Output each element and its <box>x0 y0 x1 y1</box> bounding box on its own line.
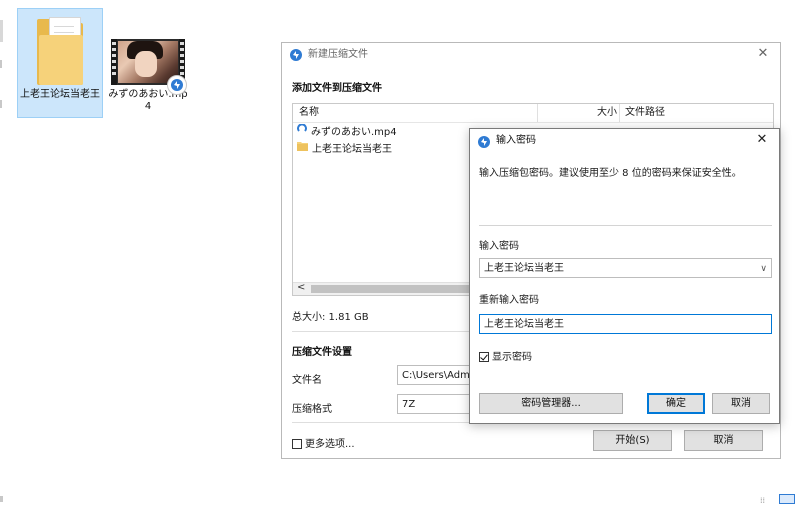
show-password-checkbox[interactable] <box>479 352 489 362</box>
password-manager-button[interactable]: 密码管理器... <box>479 393 623 414</box>
password-value: 上老王论坛当老王 <box>484 263 564 274</box>
title-bar: 输入密码 ✕ <box>470 129 779 153</box>
filename-label: 文件名 <box>292 375 322 386</box>
folder-icon <box>33 15 87 89</box>
desktop-edge-mark <box>0 496 3 502</box>
scroll-thumb[interactable] <box>311 285 471 293</box>
video-file-icon <box>297 123 307 140</box>
desktop-video-file[interactable]: みずのあおい.mp4 <box>105 8 191 118</box>
reenter-password-label: 重新输入密码 <box>479 295 539 306</box>
show-password[interactable]: 显示密码 <box>479 348 532 363</box>
video-thumbnail <box>111 39 187 95</box>
desktop-edge <box>0 20 3 42</box>
column-name[interactable]: 名称 <box>299 104 319 122</box>
cancel-button[interactable]: 取消 <box>712 393 770 414</box>
password-input[interactable]: 上老王论坛当老王 ∨ <box>479 258 772 278</box>
show-password-label: 显示密码 <box>492 352 532 363</box>
title-bar: 新建压缩文件 ✕ <box>282 43 780 67</box>
list-header: 名称 大小 文件路径 <box>293 104 773 123</box>
cancel-button[interactable]: 取消 <box>684 430 763 451</box>
desktop-folder-label: 上老王论坛当老王 <box>20 89 100 100</box>
desktop-edge-mark <box>0 100 2 108</box>
scroll-left-icon[interactable]: < <box>297 282 305 293</box>
more-options[interactable]: 更多选项... <box>292 435 355 450</box>
file-name: みずのあおい.mp4 <box>311 127 397 138</box>
chevron-down-icon[interactable]: ∨ <box>760 259 767 277</box>
desktop-folder[interactable]: 上老王论坛当老王 <box>17 8 103 118</box>
close-icon[interactable]: ✕ <box>753 131 771 149</box>
enter-password-label: 输入密码 <box>479 241 519 252</box>
view-toggle-icon[interactable]: ⁞⁞ <box>760 496 774 505</box>
more-options-label: 更多选项... <box>305 439 355 450</box>
password-dialog: 输入密码 ✕ 输入压缩包密码。建议使用至少 8 位的密码来保证安全性。 输入密码… <box>469 128 780 424</box>
dialog-title: 新建压缩文件 <box>308 49 368 60</box>
more-options-checkbox[interactable] <box>292 439 302 449</box>
column-size[interactable]: 大小 <box>597 104 617 122</box>
dialog-title: 输入密码 <box>496 135 536 146</box>
filename-input[interactable]: C:\Users\Admi <box>397 365 477 385</box>
list-item[interactable]: 上老王论坛当老王 <box>297 141 392 157</box>
format-label: 压缩格式 <box>292 404 332 415</box>
password-description: 输入压缩包密码。建议使用至少 8 位的密码来保证安全性。 <box>479 168 742 179</box>
view-toggle-icon[interactable] <box>779 494 795 504</box>
reenter-password-input[interactable]: 上老王论坛当老王 <box>479 314 772 334</box>
list-item[interactable]: みずのあおい.mp4 <box>297 123 397 140</box>
total-size: 总大小: 1.81 GB <box>292 312 369 323</box>
app-icon <box>290 49 302 61</box>
column-path[interactable]: 文件路径 <box>625 104 665 122</box>
start-button[interactable]: 开始(S) <box>593 430 672 451</box>
close-icon[interactable]: ✕ <box>754 45 772 63</box>
ok-button[interactable]: 确定 <box>647 393 705 414</box>
app-icon <box>478 136 490 148</box>
app-badge-icon <box>167 75 187 95</box>
section-settings: 压缩文件设置 <box>292 347 352 358</box>
section-add-files: 添加文件到压缩文件 <box>292 83 382 94</box>
desktop-edge-mark <box>0 60 2 68</box>
folder-icon <box>297 141 308 157</box>
format-select[interactable]: 7Z <box>397 394 477 414</box>
file-name: 上老王论坛当老王 <box>312 144 392 155</box>
